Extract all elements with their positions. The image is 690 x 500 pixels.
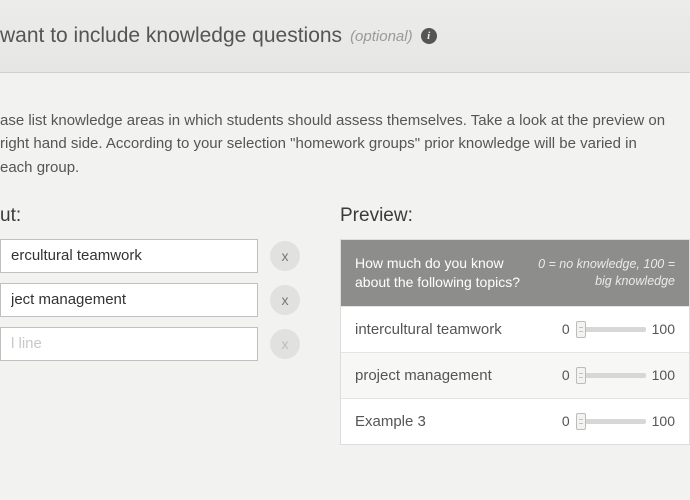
slider-max: 100: [652, 413, 675, 429]
input-heading: ut:: [0, 205, 300, 227]
section-header: want to include knowledge questions (opt…: [0, 0, 690, 73]
preview-slider: 0 100: [562, 367, 675, 383]
slider-max: 100: [652, 367, 675, 383]
preview-row-label: project management: [355, 367, 562, 384]
input-column: ut: x x x: [0, 205, 300, 445]
knowledge-input-row: x: [0, 283, 300, 317]
preview-slider: 0 100: [562, 321, 675, 337]
info-icon[interactable]: i: [421, 28, 437, 44]
knowledge-input-row: x: [0, 327, 300, 361]
preview-column: Preview: How much do you know about the …: [340, 205, 690, 445]
remove-button-disabled: x: [270, 329, 300, 359]
optional-label: (optional): [350, 28, 413, 45]
slider-thumb[interactable]: [576, 413, 586, 430]
preview-header-row: How much do you know about the following…: [341, 240, 689, 306]
slider-track[interactable]: [576, 373, 646, 378]
preview-row: Example 3 0 100: [341, 398, 689, 444]
remove-button[interactable]: x: [270, 285, 300, 315]
section-description: ase list knowledge areas in which studen…: [0, 109, 690, 179]
slider-track[interactable]: [576, 419, 646, 424]
knowledge-input[interactable]: [0, 239, 258, 273]
slider-min: 0: [562, 367, 570, 383]
preview-row-label: Example 3: [355, 413, 562, 430]
slider-thumb[interactable]: [576, 321, 586, 338]
remove-button[interactable]: x: [270, 241, 300, 271]
knowledge-input[interactable]: [0, 283, 258, 317]
preview-slider: 0 100: [562, 413, 675, 429]
knowledge-input-row: x: [0, 239, 300, 273]
slider-min: 0: [562, 321, 570, 337]
section-title: want to include knowledge questions: [0, 24, 342, 48]
preview-question: How much do you know about the following…: [355, 254, 535, 292]
knowledge-input-new[interactable]: [0, 327, 258, 361]
preview-heading: Preview:: [340, 205, 690, 227]
slider-thumb[interactable]: [576, 367, 586, 384]
slider-max: 100: [652, 321, 675, 337]
preview-row-label: intercultural teamwork: [355, 321, 562, 338]
preview-row: project management 0 100: [341, 352, 689, 398]
preview-box: How much do you know about the following…: [340, 239, 690, 445]
slider-track[interactable]: [576, 327, 646, 332]
preview-scale-label: 0 = no knowledge, 100 = big knowledge: [535, 256, 675, 290]
slider-min: 0: [562, 413, 570, 429]
preview-row: intercultural teamwork 0 100: [341, 306, 689, 352]
